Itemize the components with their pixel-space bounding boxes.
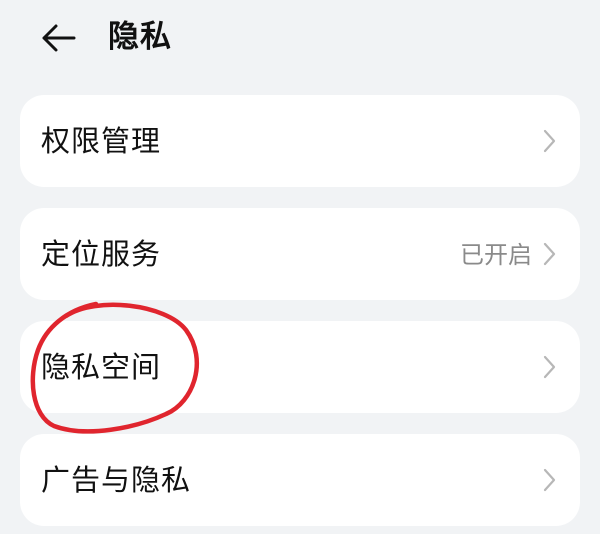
location-status-value: 已开启 bbox=[460, 241, 532, 269]
item-label: 权限管理 bbox=[41, 124, 162, 158]
page-title: 隐私 bbox=[108, 19, 172, 55]
ads-and-privacy-item[interactable]: 广告与隐私 bbox=[20, 434, 580, 526]
chevron-right-icon bbox=[543, 242, 556, 266]
header: 隐私 bbox=[0, 0, 600, 78]
item-label: 定位服务 bbox=[41, 237, 162, 271]
arrow-left-icon bbox=[42, 24, 76, 52]
chevron-right-icon bbox=[543, 468, 556, 492]
chevron-right-icon bbox=[543, 355, 556, 379]
private-space-item[interactable]: 隐私空间 bbox=[20, 321, 580, 413]
location-services-item[interactable]: 定位服务 已开启 bbox=[20, 208, 580, 300]
permission-management-item[interactable]: 权限管理 bbox=[20, 95, 580, 187]
item-label: 广告与隐私 bbox=[41, 463, 192, 497]
item-label: 隐私空间 bbox=[41, 350, 162, 384]
chevron-right-icon bbox=[543, 129, 556, 153]
back-button[interactable] bbox=[38, 18, 78, 58]
